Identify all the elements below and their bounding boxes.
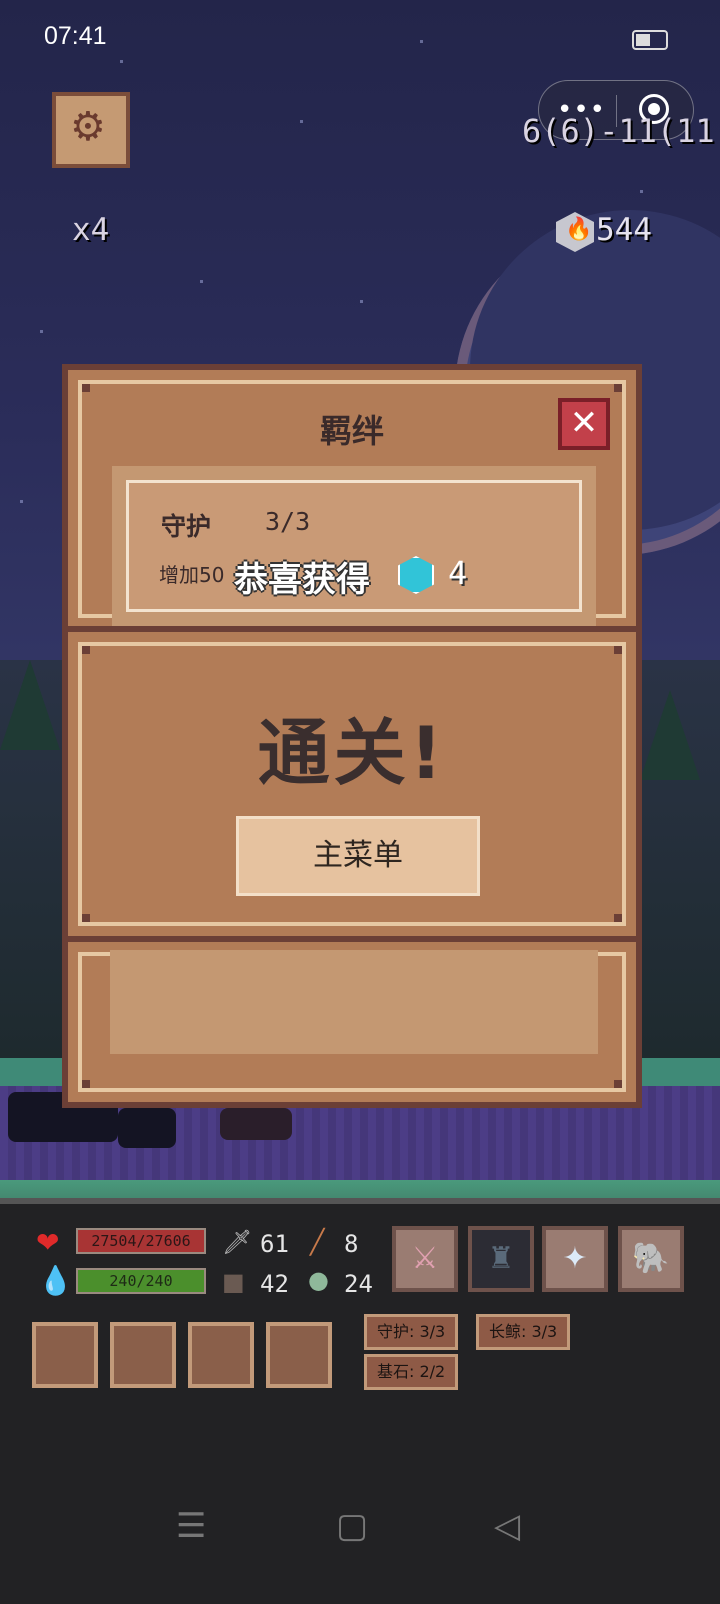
item-slot-4[interactable] [266, 1322, 332, 1388]
modal-title: 羁绊 [319, 412, 384, 450]
magic-value: 8 [344, 1230, 359, 1258]
sword-icon: ⚔ [411, 1241, 439, 1276]
bond-name: 守护 [161, 512, 212, 541]
mana-drop-icon: 💧 [38, 1264, 73, 1297]
level-indicator: 6(6)-11(11) [522, 112, 720, 150]
stage-clear-panel: 通关! 主菜单 [62, 626, 642, 942]
back-nav-icon[interactable]: ◁ [494, 1506, 520, 1546]
gear-icon: ⚙ [70, 104, 106, 150]
settings-button[interactable]: ⚙ [52, 92, 130, 168]
bond-tag-guard[interactable]: 守护: 3/3 [364, 1314, 459, 1350]
bond-tag-cornerstone[interactable]: 基石: 2/2 [364, 1354, 459, 1390]
speed-multiplier[interactable]: x4 [72, 212, 109, 248]
main-menu-button[interactable]: 主菜单 [236, 816, 480, 896]
attack-icon: 🗡 [222, 1228, 253, 1256]
gem-count: 544 [596, 212, 652, 248]
player-character [118, 1108, 176, 1148]
heart-icon: ❤ [36, 1226, 60, 1259]
magic-wand-icon: ╱ [310, 1228, 325, 1256]
attack-value: 61 [260, 1230, 289, 1258]
status-time: 07:41 [44, 22, 107, 50]
bond-tag-whale[interactable]: 长鲸: 3/3 [476, 1314, 571, 1350]
rat-enemy [220, 1108, 292, 1140]
item-slot-3[interactable] [188, 1322, 254, 1388]
item-slot-2[interactable] [110, 1322, 176, 1388]
armor-icon: ♜ [487, 1241, 515, 1276]
amulet-icon: ✦ [562, 1241, 588, 1276]
close-button[interactable]: ✕ [558, 398, 610, 450]
sword-slot[interactable]: ⚔ [392, 1226, 458, 1292]
amulet-slot[interactable]: ✦ [542, 1226, 608, 1292]
hp-bar: 27504/27606 [76, 1228, 206, 1254]
elephant-slot[interactable]: 🐘 [618, 1226, 684, 1292]
mp-bar: 240/240 [76, 1268, 206, 1294]
armor-slot[interactable]: ♜ [468, 1226, 534, 1292]
bond-description: 增加50 [159, 563, 225, 587]
item-slot-1[interactable] [32, 1322, 98, 1388]
stage-clear-title: 通关! [257, 711, 447, 795]
reward-text: 恭喜获得 [234, 560, 370, 600]
battery-icon [632, 30, 668, 50]
bottom-panel [62, 936, 642, 1108]
reward-count: 4 [448, 554, 468, 592]
resist-orb-icon: ● [308, 1266, 329, 1294]
defense-icon: ■ [222, 1268, 245, 1296]
home-nav-icon[interactable]: ▢ [336, 1506, 368, 1546]
defense-value: 42 [260, 1270, 289, 1298]
bond-panel: 羁绊 ✕ 守护 3/3 增加50 恭喜获得 4 [62, 364, 642, 634]
elephant-icon: 🐘 [632, 1241, 670, 1276]
menu-nav-icon[interactable]: ☰ [176, 1506, 206, 1546]
bond-count: 3/3 [265, 507, 311, 536]
resist-value: 24 [344, 1270, 373, 1298]
